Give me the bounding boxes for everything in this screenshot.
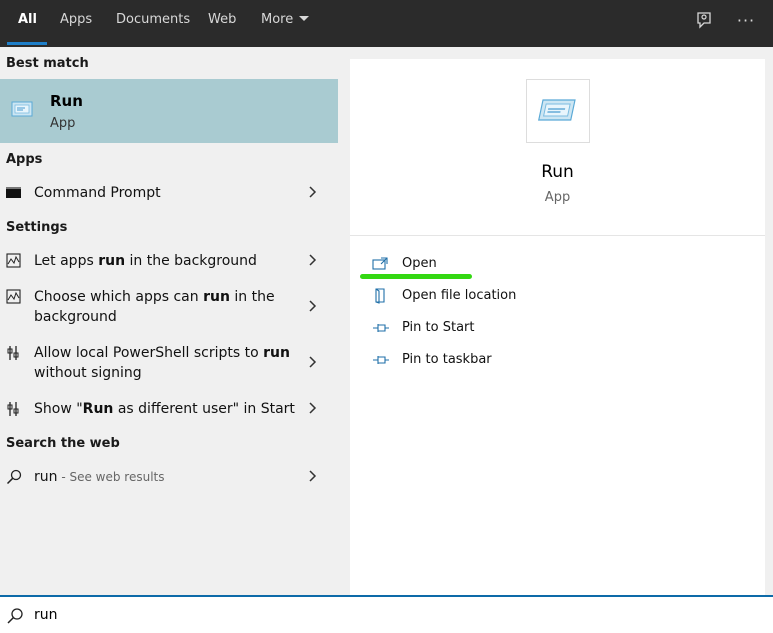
- chevron-down-icon: [299, 16, 310, 21]
- list-item-label: Show "Run as different user" in Start: [34, 399, 299, 419]
- search-filter-bar: All Apps Documents Web More ···: [0, 0, 773, 47]
- developer-tools-icon: [6, 345, 22, 361]
- text-part: without signing: [34, 365, 142, 381]
- text-highlight: run: [203, 289, 230, 305]
- open-icon: [372, 256, 390, 272]
- highlight-underline: [360, 274, 472, 279]
- search-icon: [6, 469, 22, 485]
- chevron-right-icon[interactable]: [308, 355, 318, 369]
- settings-header: Settings: [6, 220, 68, 235]
- tab-more-label: More: [261, 12, 294, 27]
- list-item-label: Command Prompt: [34, 185, 161, 201]
- tab-documents[interactable]: Documents: [116, 0, 190, 47]
- text-part: Allow local PowerShell scripts to: [34, 345, 264, 361]
- text-part: Let apps: [34, 253, 99, 269]
- pin-to-start-button[interactable]: Pin to Start: [372, 318, 522, 340]
- preview-panel: Run App Open Open file location Pin to S…: [350, 59, 765, 595]
- tab-web[interactable]: Web: [208, 0, 236, 47]
- text-part: in the background: [125, 253, 257, 269]
- open-label: Open: [402, 256, 437, 271]
- web-results-hint: - See web results: [57, 470, 165, 484]
- list-item-setting[interactable]: Show "Run as different user" in Start: [0, 399, 338, 419]
- chevron-right-icon[interactable]: [308, 401, 318, 415]
- list-item-web-search[interactable]: run - See web results: [0, 467, 338, 487]
- open-file-location-button[interactable]: Open file location: [372, 286, 542, 308]
- text-highlight: Run: [82, 401, 114, 417]
- search-bar: [0, 595, 773, 633]
- list-item-setting[interactable]: Choose which apps can run in the backgro…: [0, 287, 338, 327]
- open-button[interactable]: Open: [372, 254, 492, 276]
- run-icon: [526, 79, 590, 143]
- list-item-setting[interactable]: Allow local PowerShell scripts to run wi…: [0, 343, 338, 383]
- open-file-location-label: Open file location: [402, 288, 517, 303]
- active-tab-indicator: [7, 42, 47, 45]
- best-match-subtitle: App: [50, 116, 76, 131]
- list-item-label: Allow local PowerShell scripts to run wi…: [34, 343, 299, 383]
- text-highlight: run: [98, 253, 126, 269]
- settings-activity-icon: [6, 253, 22, 269]
- list-item-label: Let apps run in the background: [34, 251, 299, 271]
- text-part: as different user" in Start: [113, 401, 295, 417]
- divider: [350, 235, 765, 236]
- tab-all[interactable]: All: [18, 0, 37, 47]
- web-query: run: [34, 469, 58, 485]
- settings-activity-icon: [6, 289, 22, 305]
- chevron-right-icon[interactable]: [308, 299, 318, 313]
- list-item-command-prompt[interactable]: Command Prompt: [0, 183, 338, 203]
- pin-icon: [372, 320, 390, 336]
- best-match-title: Run: [50, 92, 83, 110]
- best-match-run[interactable]: Run App: [0, 79, 338, 143]
- search-icon: [6, 607, 24, 625]
- best-match-header: Best match: [6, 56, 89, 71]
- chevron-right-icon[interactable]: [308, 185, 318, 199]
- feedback-icon[interactable]: [692, 10, 716, 34]
- list-item-setting[interactable]: Let apps run in the background: [0, 251, 338, 271]
- file-location-icon: [372, 288, 390, 304]
- chevron-right-icon[interactable]: [308, 253, 318, 267]
- pin-icon: [372, 352, 390, 368]
- tab-more[interactable]: More: [261, 0, 310, 47]
- pin-to-taskbar-button[interactable]: Pin to taskbar: [372, 350, 522, 372]
- pin-to-taskbar-label: Pin to taskbar: [402, 352, 492, 367]
- run-icon: [8, 97, 36, 121]
- command-prompt-icon: [6, 186, 22, 202]
- pin-to-start-label: Pin to Start: [402, 320, 475, 335]
- preview-app-type: App: [544, 190, 571, 205]
- text-highlight: run: [263, 345, 290, 361]
- results-panel: Best match Run App Apps Command Prompt S…: [0, 47, 338, 595]
- list-item-label: Choose which apps can run in the backgro…: [34, 287, 299, 327]
- preview-app-name: Run: [541, 162, 574, 182]
- text-part: Choose which apps can: [34, 289, 204, 305]
- developer-tools-icon: [6, 401, 22, 417]
- search-web-header: Search the web: [6, 436, 120, 451]
- apps-header: Apps: [6, 152, 43, 167]
- list-item-label: run - See web results: [34, 467, 299, 487]
- search-input[interactable]: [34, 603, 734, 627]
- ellipsis-icon[interactable]: ···: [734, 10, 758, 34]
- text-part: Show ": [34, 401, 83, 417]
- tab-apps[interactable]: Apps: [60, 0, 92, 47]
- chevron-right-icon[interactable]: [308, 469, 318, 483]
